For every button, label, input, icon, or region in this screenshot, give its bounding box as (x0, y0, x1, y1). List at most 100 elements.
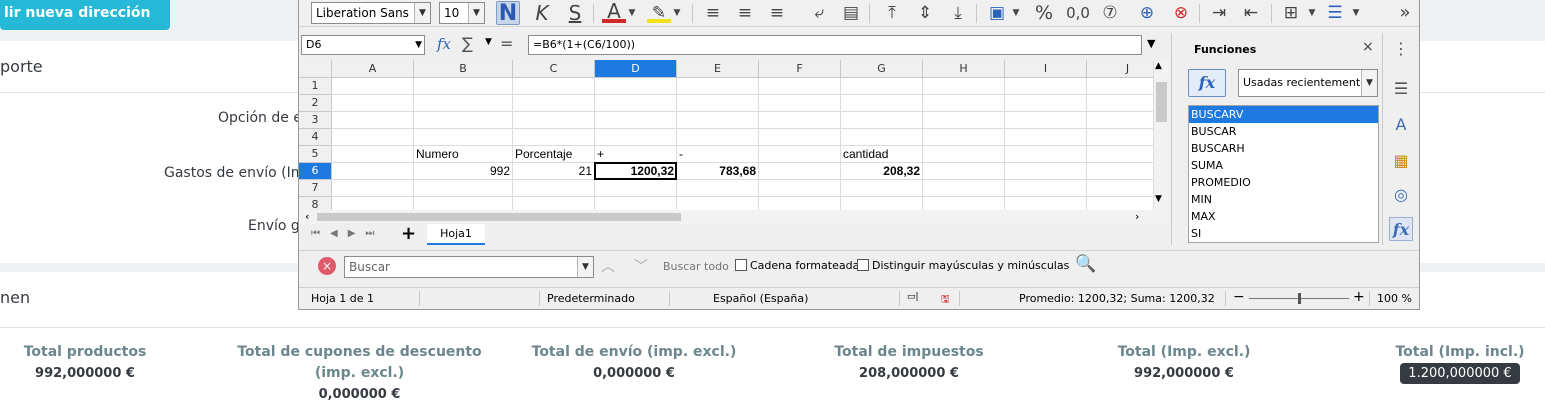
sum-icon[interactable]: ∑ (462, 34, 473, 53)
row-header-2[interactable]: 2 (299, 95, 332, 112)
cell-b5[interactable]: Numero (416, 146, 512, 163)
column-header-g[interactable]: G (841, 60, 923, 78)
formatted-display-checkbox[interactable]: Cadena formateada (735, 259, 859, 272)
selection-mode-icon[interactable]: ▭| (907, 292, 919, 302)
close-find-icon[interactable]: × (318, 257, 336, 275)
styles-icon[interactable]: A (1389, 113, 1413, 137)
number-format-button[interactable]: 0,0 (1063, 1, 1093, 25)
align-right-icon[interactable]: ≡ (765, 1, 789, 25)
list-item[interactable]: BUSCARV (1189, 106, 1378, 123)
scroll-left-icon[interactable]: ‹ (305, 210, 309, 223)
align-top-icon[interactable]: ⤒ (880, 1, 904, 25)
italic-button[interactable]: K (530, 1, 554, 25)
page-style[interactable]: Predeterminado (547, 292, 635, 305)
language[interactable]: Español (España) (713, 292, 808, 305)
column-header-e[interactable]: E (677, 60, 759, 78)
insert-function-button[interactable]: fx (1188, 69, 1226, 97)
name-box[interactable]: D6 ▼ (301, 35, 425, 55)
function-wizard-icon[interactable]: fx (437, 35, 451, 53)
scroll-up-icon[interactable]: ▲ (1155, 61, 1162, 71)
currency-format-icon[interactable]: ▣ (985, 1, 1009, 25)
find-all-button[interactable]: Buscar todo (663, 260, 729, 273)
cell-c6[interactable]: 21 (515, 163, 594, 180)
border-style-icon[interactable]: ☰ (1323, 1, 1347, 25)
sheet-navigation-icons[interactable]: ⏮◀▶⏭ (311, 228, 384, 239)
zoom-level[interactable]: 100 % (1377, 292, 1412, 305)
align-center-icon[interactable]: ≡ (733, 1, 757, 25)
row-header-7[interactable]: 7 (299, 180, 332, 197)
horizontal-scroll-thumb[interactable] (317, 213, 681, 221)
find-input[interactable]: Buscar ▼ (344, 256, 594, 278)
selection-sum[interactable]: Promedio: 1200,32; Suma: 1200,32 (1019, 292, 1215, 305)
chevron-down-icon[interactable]: ▼ (1307, 1, 1317, 25)
expand-formula-icon[interactable]: ▼ (1147, 37, 1155, 50)
bold-button[interactable]: N (496, 1, 520, 26)
chevron-down-icon[interactable]: ▼ (627, 1, 637, 25)
chevron-down-icon[interactable]: ▼ (1011, 1, 1021, 25)
zoom-out-icon[interactable]: − (1233, 289, 1245, 305)
column-header-b[interactable]: B (414, 60, 513, 78)
navigator-icon[interactable]: ◎ (1389, 183, 1413, 207)
zoom-slider[interactable] (1249, 293, 1349, 304)
row-header-5[interactable]: 5 (299, 146, 332, 163)
align-left-icon[interactable]: ≡ (701, 1, 725, 25)
chevron-down-icon[interactable]: ▼ (1351, 1, 1361, 25)
properties-icon[interactable]: ☰ (1389, 77, 1413, 101)
sheet-tab-hoja1[interactable]: Hoja1 (427, 224, 485, 245)
add-decimal-icon[interactable]: ⊕ (1135, 1, 1159, 25)
gallery-icon[interactable]: ▦ (1389, 149, 1413, 173)
list-item[interactable]: MIN (1189, 191, 1378, 208)
list-item[interactable]: BUSCAR (1189, 123, 1378, 140)
cell-d5[interactable]: + (597, 146, 676, 163)
merge-cells-icon[interactable]: ▤ (839, 1, 863, 25)
cell-c5[interactable]: Porcentaje (515, 146, 594, 163)
row-header-8[interactable]: 8 (299, 197, 332, 210)
column-header-d[interactable]: D (595, 60, 677, 78)
add-sheet-icon[interactable]: + (401, 223, 416, 244)
list-item[interactable]: SUMA (1189, 157, 1378, 174)
increase-indent-icon[interactable]: ⇥ (1207, 1, 1231, 25)
function-category-select[interactable]: Usadas recientemente ▼ (1238, 69, 1378, 97)
decrease-indent-icon[interactable]: ⇤ (1239, 1, 1263, 25)
find-replace-icon[interactable]: 🔍 (1075, 254, 1096, 274)
more-options-icon[interactable]: ⋮ (1389, 37, 1413, 61)
highlight-color-icon[interactable]: ✎ (647, 1, 671, 23)
font-color-button[interactable]: A (602, 1, 626, 23)
add-address-button[interactable]: lir nueva dirección (0, 0, 170, 30)
find-next-icon[interactable]: ﹀ (634, 256, 648, 276)
cell-b6[interactable]: 992 (416, 163, 512, 180)
chevron-down-icon[interactable]: ▼ (485, 37, 492, 47)
scroll-down-icon[interactable]: ▼ (1155, 194, 1162, 204)
find-previous-icon[interactable]: ︿ (601, 256, 615, 276)
vertical-scroll-thumb[interactable] (1156, 82, 1167, 122)
cell-g6[interactable]: 208,32 (843, 163, 922, 180)
row-header-3[interactable]: 3 (299, 112, 332, 129)
cell-g5[interactable]: cantidad (843, 146, 922, 163)
cell-e5[interactable]: - (679, 146, 758, 163)
match-case-checkbox[interactable]: Distinguir mayúsculas y minúsculas (857, 259, 1069, 272)
column-header-a[interactable]: A (332, 60, 414, 78)
list-item[interactable]: PROMEDIO (1189, 174, 1378, 191)
delete-decimal-icon[interactable]: ⊗ (1169, 1, 1193, 25)
chevron-down-icon[interactable]: ▼ (672, 1, 682, 25)
column-header-c[interactable]: C (513, 60, 595, 78)
column-header-f[interactable]: F (759, 60, 841, 78)
select-all-corner[interactable] (299, 60, 332, 78)
underline-button[interactable]: S (563, 1, 587, 25)
column-header-i[interactable]: I (1005, 60, 1087, 78)
toolbar-overflow-button[interactable]: » (1393, 1, 1417, 25)
font-name-box[interactable]: Liberation Sans ▼ (311, 2, 431, 24)
date-format-icon[interactable]: ⑦ (1098, 1, 1122, 25)
row-header-6[interactable]: 6 (299, 163, 332, 180)
equals-icon[interactable]: = (500, 34, 513, 53)
list-item[interactable]: SI (1189, 225, 1378, 242)
align-middle-icon[interactable]: ⇕ (913, 1, 937, 25)
formula-input[interactable]: =B6*(1+(C6/100)) (528, 35, 1142, 55)
percent-format-button[interactable]: % (1032, 1, 1056, 25)
zoom-slider-thumb[interactable] (1298, 293, 1301, 304)
borders-icon[interactable]: ⊞ (1279, 1, 1303, 25)
font-size-box[interactable]: 10 ▼ (439, 2, 485, 24)
row-header-4[interactable]: 4 (299, 129, 332, 146)
wrap-text-icon[interactable]: ⤶ (807, 1, 831, 25)
column-header-j[interactable]: J (1087, 60, 1155, 78)
